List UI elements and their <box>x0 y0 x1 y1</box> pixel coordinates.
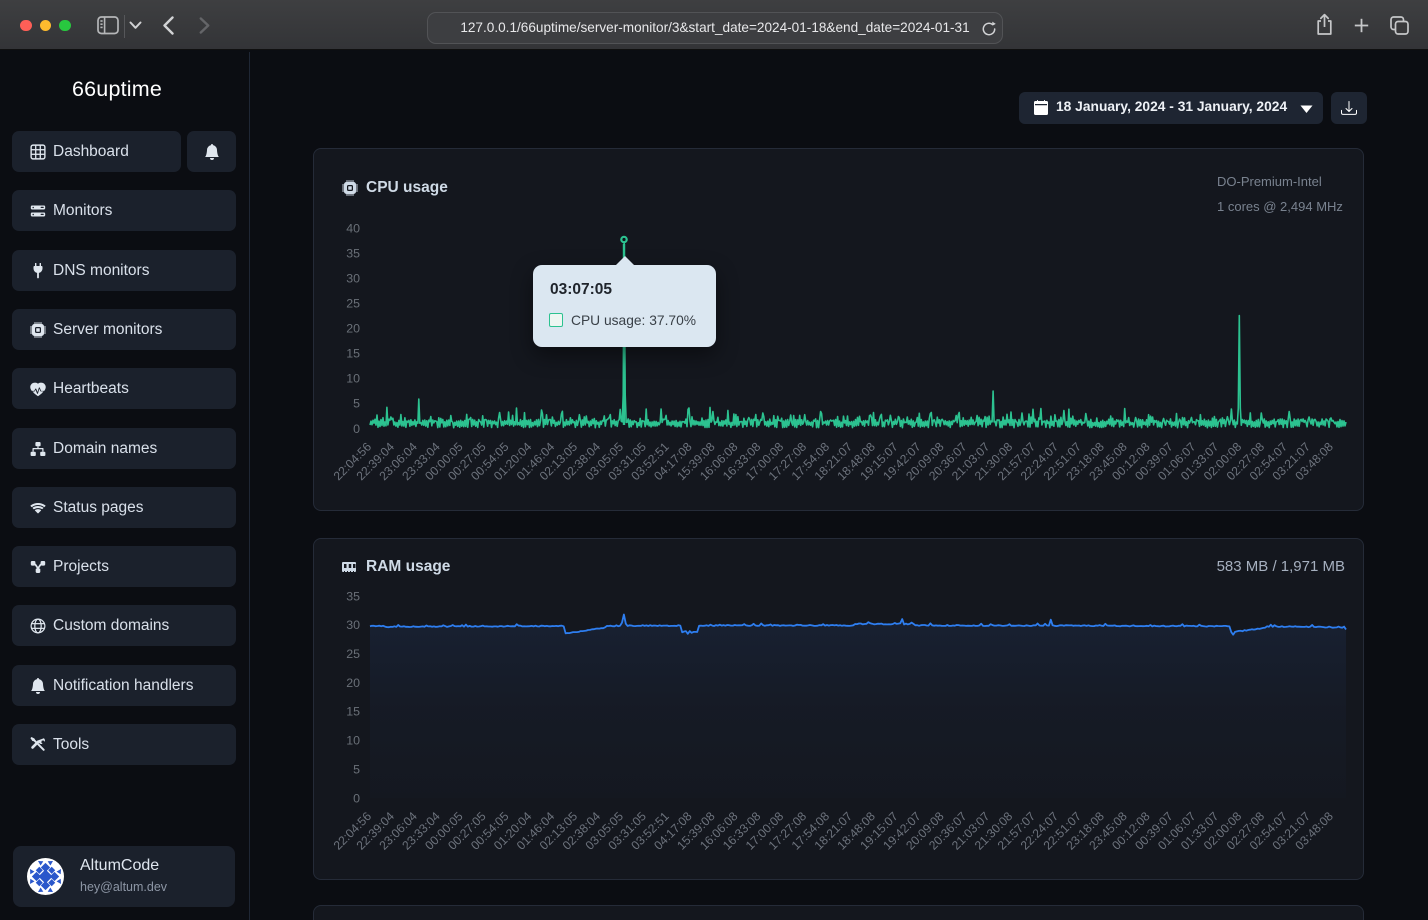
svg-text:15: 15 <box>346 347 360 361</box>
svg-text:20: 20 <box>346 322 360 336</box>
svg-text:40: 40 <box>346 221 360 235</box>
svg-text:30: 30 <box>346 618 360 632</box>
svg-text:0: 0 <box>353 791 360 805</box>
svg-text:15: 15 <box>346 705 360 719</box>
svg-text:25: 25 <box>346 647 360 661</box>
svg-text:25: 25 <box>346 297 360 311</box>
svg-text:5: 5 <box>353 397 360 411</box>
svg-text:35: 35 <box>346 589 360 603</box>
svg-text:30: 30 <box>346 271 360 285</box>
svg-text:10: 10 <box>346 372 360 386</box>
svg-text:20: 20 <box>346 676 360 690</box>
svg-text:0: 0 <box>353 422 360 436</box>
svg-text:10: 10 <box>346 734 360 748</box>
svg-text:35: 35 <box>346 246 360 260</box>
svg-text:5: 5 <box>353 762 360 776</box>
